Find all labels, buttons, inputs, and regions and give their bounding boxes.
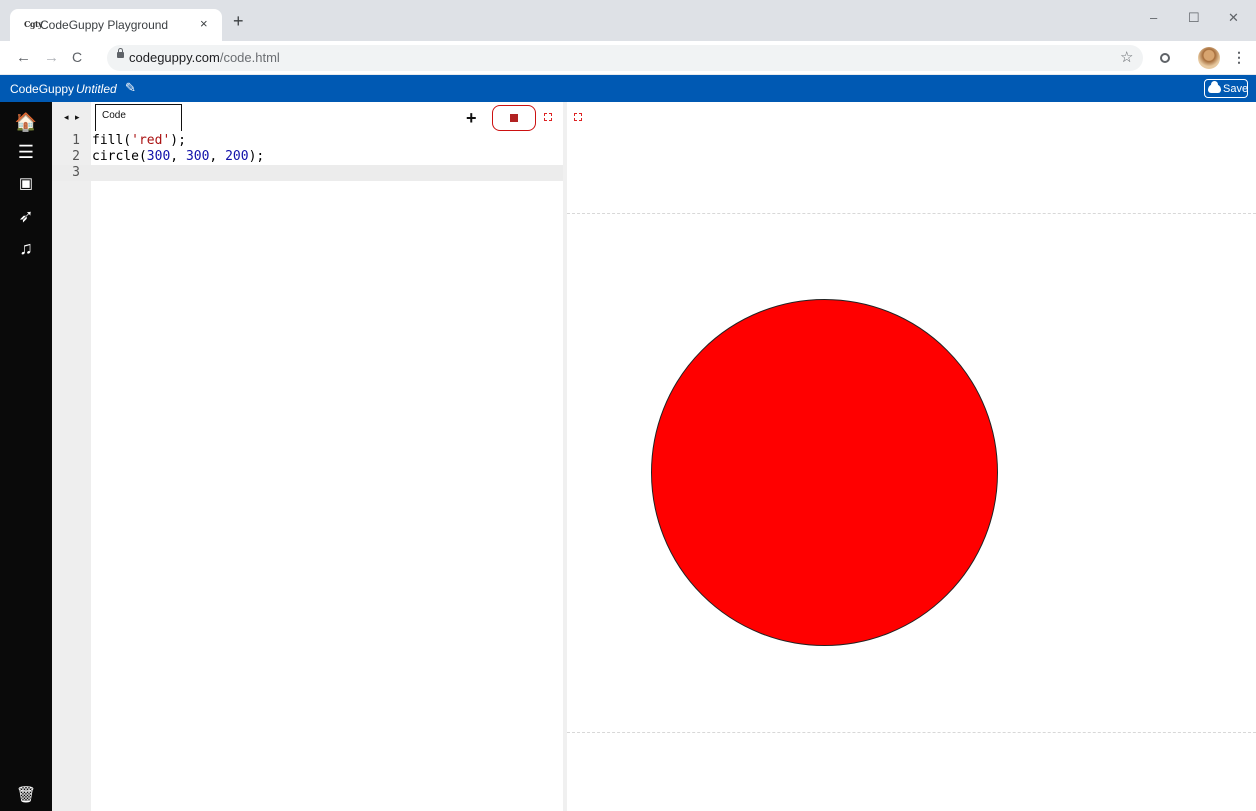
code-text: fill('red');	[92, 133, 186, 149]
window-close-icon[interactable]: ✕	[1228, 10, 1239, 26]
save-label: Save	[1223, 83, 1249, 95]
browser-toolbar: ← → C codeguppy.com/code.html ☆ ⋮	[0, 41, 1256, 75]
maximize-icon[interactable]: ☐	[1188, 10, 1200, 26]
lock-icon	[117, 48, 124, 60]
code-line[interactable]: 1 fill('red');	[52, 133, 563, 149]
trash-icon[interactable]: 🗑	[0, 786, 52, 806]
code-editor[interactable]: 1 fill('red'); 2 circle(300, 300, 200); 3	[52, 133, 563, 181]
code-token: ,	[170, 149, 186, 164]
url-path: /code.html	[219, 50, 280, 65]
home-icon[interactable]: 🏠	[0, 112, 52, 132]
bookmark-star-icon[interactable]: ☆	[1120, 48, 1133, 66]
code-line[interactable]: 2 circle(300, 300, 200);	[52, 149, 563, 165]
profile-avatar[interactable]	[1198, 47, 1220, 69]
save-button[interactable]: Save	[1204, 79, 1248, 98]
code-token: 200	[225, 149, 249, 164]
add-tab-icon[interactable]: +	[466, 108, 477, 129]
code-token: 300	[185, 149, 210, 164]
new-tab-icon[interactable]: +	[233, 12, 244, 30]
pencil-icon[interactable]: ✎	[125, 80, 136, 96]
code-token: fill(	[92, 133, 132, 148]
stop-icon	[510, 114, 518, 122]
output-fullscreen-icon[interactable]	[574, 113, 582, 121]
line-number: 2	[72, 149, 80, 164]
rocket-icon[interactable]: ➶	[0, 206, 52, 226]
editor-fullscreen-icon[interactable]	[544, 113, 552, 121]
url-host: codeguppy.com	[129, 50, 220, 65]
code-token: );	[170, 133, 186, 148]
code-token: ,	[209, 149, 226, 164]
minimize-icon[interactable]: –	[1150, 10, 1157, 25]
tab-close-icon[interactable]: ×	[200, 16, 208, 31]
code-token: circle(	[92, 149, 147, 164]
brand-link[interactable]: CodeGuppy	[10, 82, 74, 96]
cloud-icon	[1208, 81, 1221, 93]
address-bar[interactable]: codeguppy.com/code.html	[107, 45, 1143, 71]
line-number: 1	[72, 133, 80, 148]
url-text: codeguppy.com/code.html	[129, 50, 280, 65]
browser-menu-icon[interactable]: ⋮	[1232, 49, 1246, 66]
tab-title: CodeGuppy Playground	[40, 18, 169, 32]
tab-code[interactable]: Code	[95, 104, 182, 131]
code-tab-label: Code	[102, 110, 126, 121]
document-name[interactable]: Untitled	[76, 82, 117, 96]
code-text: circle(300, 300, 200);	[92, 149, 264, 165]
browser-tabstrip: Cgty CodeGuppy Playground × + – ☐ ✕	[0, 0, 1256, 41]
line-number: 3	[72, 165, 80, 180]
left-sidebar: 🏠 ☰ ▣ ➶ ♫ 🗑	[0, 102, 52, 811]
music-icon[interactable]: ♫	[0, 238, 52, 258]
red-circle	[651, 299, 998, 646]
menu-icon[interactable]: ☰	[0, 142, 52, 162]
editor-gutter	[52, 102, 91, 811]
forward-icon[interactable]: →	[44, 49, 59, 66]
browser-tab[interactable]: Cgty CodeGuppy Playground ×	[10, 9, 222, 41]
stop-button[interactable]	[492, 105, 536, 131]
back-icon[interactable]: ←	[16, 49, 31, 66]
app-header: CodeGuppy Untitled ✎ Save	[0, 75, 1256, 102]
code-token: 300	[146, 149, 171, 164]
tab-scroll-arrows-icon[interactable]: ◂ ▸	[64, 112, 82, 123]
code-token: );	[248, 149, 265, 164]
extension-icon[interactable]	[1160, 53, 1170, 63]
image-icon[interactable]: ▣	[0, 174, 52, 194]
reload-icon[interactable]: C	[72, 49, 82, 65]
code-token: 'red'	[131, 133, 171, 148]
code-line[interactable]: 3	[52, 165, 563, 181]
